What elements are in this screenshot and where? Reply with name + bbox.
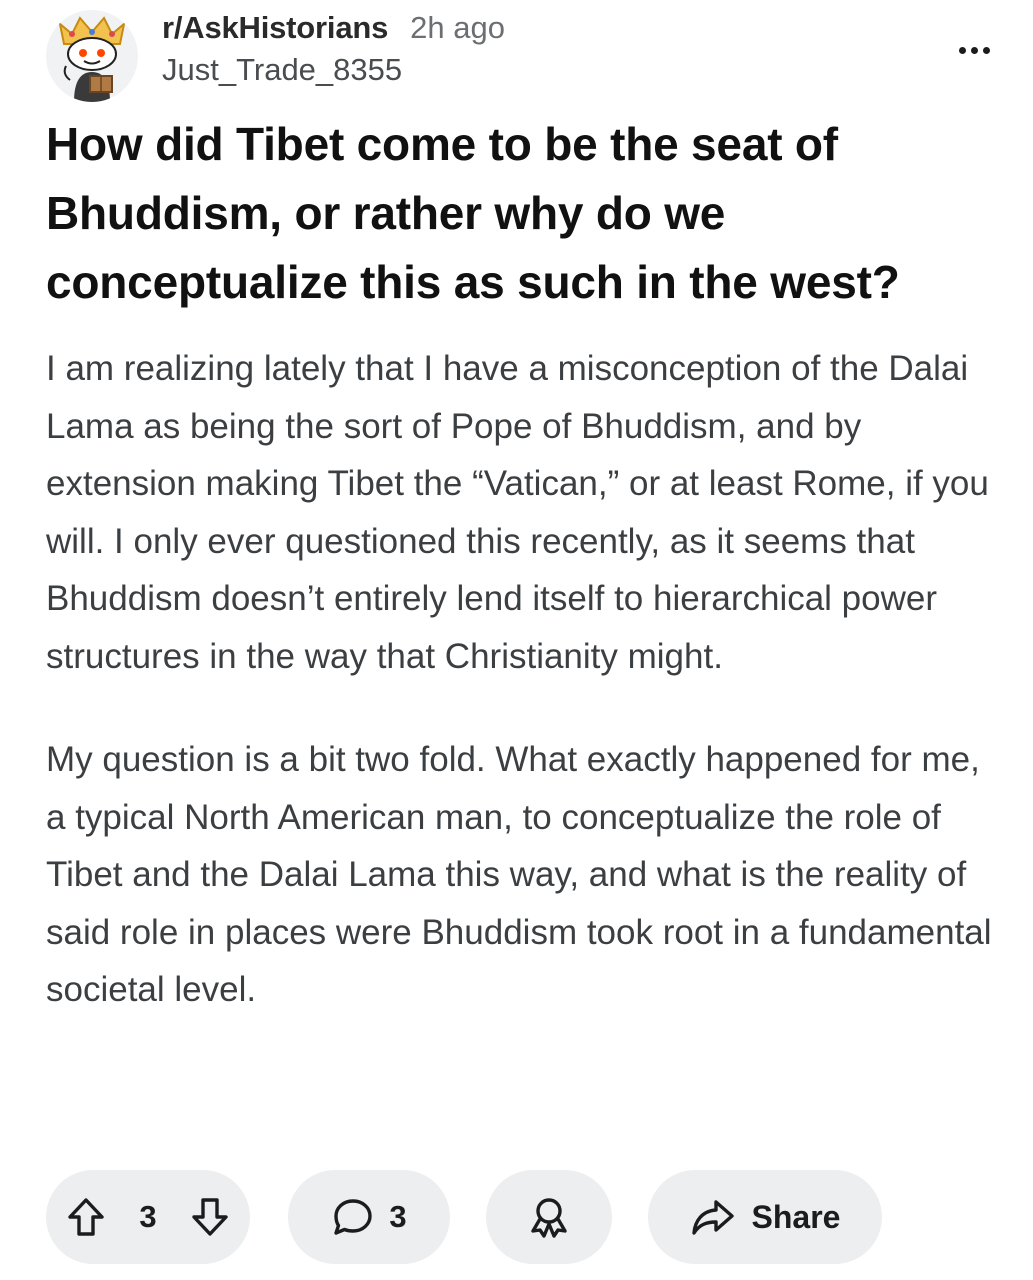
upvote-button[interactable] — [66, 1196, 106, 1238]
share-arrow-icon — [691, 1200, 734, 1235]
award-icon — [531, 1198, 567, 1238]
more-options-button[interactable] — [952, 36, 996, 64]
post-timestamp: 2h ago — [410, 10, 505, 45]
award-button[interactable] — [486, 1170, 612, 1264]
author-username[interactable]: Just_Trade_8355 — [162, 52, 402, 88]
subreddit-avatar[interactable] — [46, 10, 138, 102]
more-options-icon — [958, 46, 966, 54]
share-label: Share — [751, 1198, 841, 1235]
comment-count: 3 — [389, 1199, 407, 1234]
post-body: I am realizing lately that I have a misc… — [46, 340, 996, 1065]
post-meta: r/AskHistorians 2h ago — [162, 8, 505, 48]
vote-count: 3 — [139, 1199, 157, 1234]
comment-bubble-icon — [334, 1199, 373, 1235]
more-options-icon-dot — [982, 46, 990, 54]
downvote-button[interactable] — [190, 1196, 230, 1238]
award-icon-wrap — [528, 1195, 570, 1239]
post-action-bar: 3 3 Share — [46, 1170, 882, 1264]
arrow-up-icon — [68, 1198, 104, 1236]
more-options-icon-dot — [970, 46, 978, 54]
post-card: r/AskHistorians 2h ago Just_Trade_8355 H… — [0, 0, 1033, 1280]
post-title: How did Tibet come to be the seat of Bhu… — [46, 118, 900, 308]
post-header: r/AskHistorians 2h ago Just_Trade_8355 — [46, 8, 996, 102]
share-icon-wrap — [690, 1197, 736, 1237]
share-button[interactable]: Share — [648, 1170, 882, 1264]
arrow-down-icon — [192, 1198, 228, 1236]
post-body-paragraph: My question is a bit two fold. What exac… — [46, 740, 992, 1009]
post-body-paragraph: I am realizing lately that I have a misc… — [46, 349, 989, 676]
subreddit-name[interactable]: r/AskHistorians — [162, 10, 388, 46]
vote-control: 3 — [46, 1170, 250, 1264]
snoo-avatar-icon — [58, 16, 126, 102]
comment-icon-wrap — [331, 1196, 375, 1238]
comments-button[interactable]: 3 — [288, 1170, 450, 1264]
